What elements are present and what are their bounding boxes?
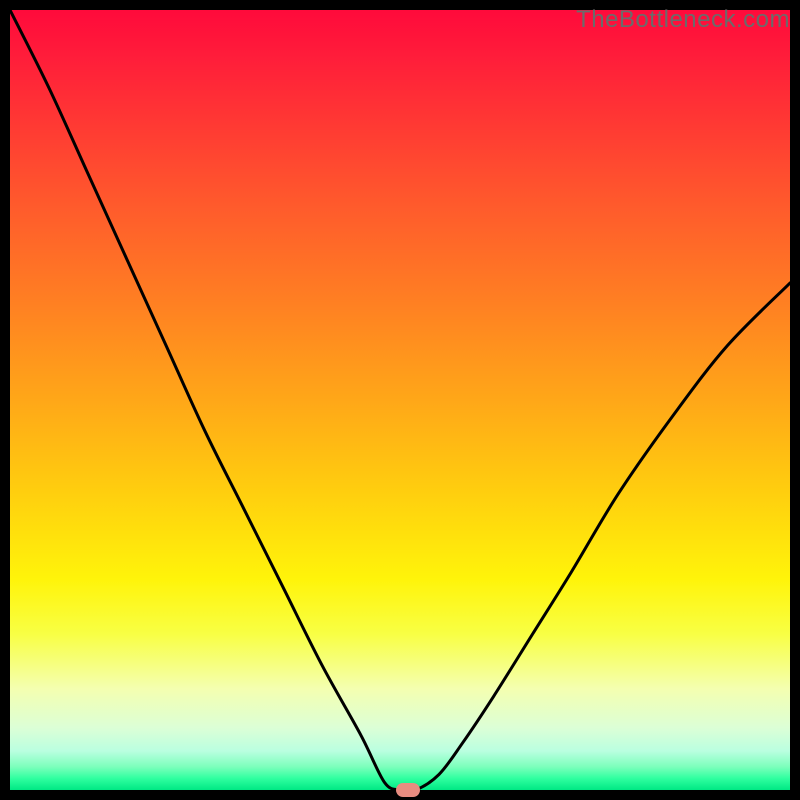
chart-frame: TheBottleneck.com (0, 0, 800, 800)
optimal-point-indicator (396, 783, 420, 797)
chart-gradient-background (10, 10, 790, 790)
watermark-text: TheBottleneck.com (576, 6, 790, 34)
